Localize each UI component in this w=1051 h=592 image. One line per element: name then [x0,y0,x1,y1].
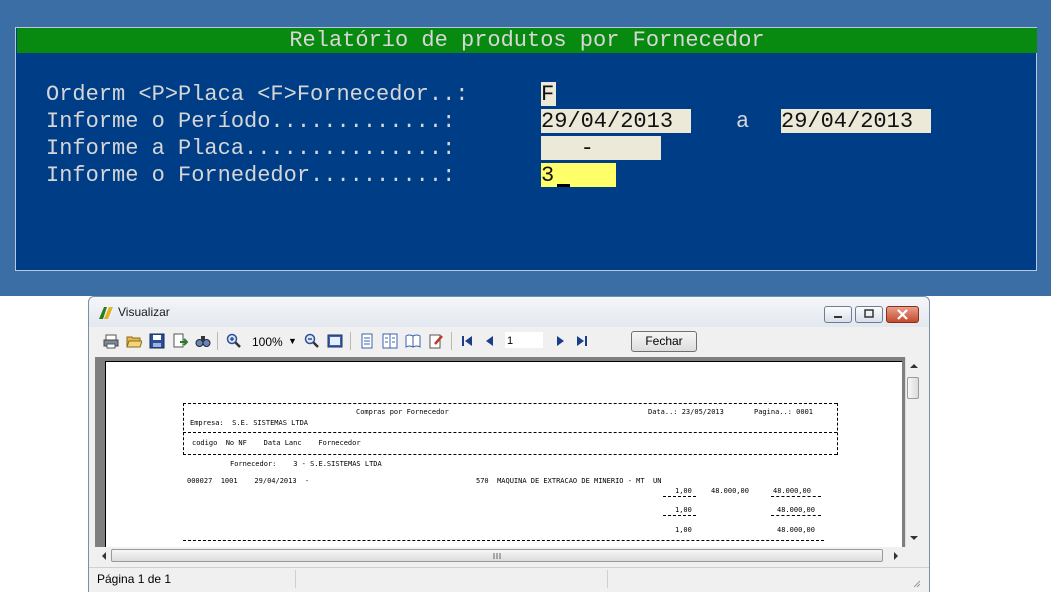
plate-prompt: Informe a Placa...............: [46,136,456,161]
toolbar-separator [350,332,351,350]
terminal-window: Relatório de produtos por Fornecedor Ord… [0,0,1051,296]
scroll-up-icon[interactable] [907,361,921,371]
save-icon[interactable] [149,333,165,349]
text-cursor [557,184,570,187]
page-width-icon[interactable] [327,333,343,349]
close-preview-button[interactable]: Fechar [631,331,697,352]
horizontal-scroll-thumb[interactable] [111,549,883,562]
maximize-button[interactable] [855,306,883,323]
close-button[interactable] [886,306,919,323]
supplier-prompt: Informe o Fornededor..........: [46,163,456,188]
report-company: Empresa: S.E. SISTEMAS LTDA [190,419,309,427]
header-border-bottom [183,454,837,455]
book-icon[interactable] [405,333,421,349]
zoom-level[interactable]: 100% [252,335,283,349]
first-page-icon[interactable] [459,333,475,349]
app-icon [99,307,113,319]
plate-field[interactable]: - [541,136,661,161]
period-prompt: Informe o Período.............: [46,109,456,134]
maximize-icon [864,309,874,318]
report-page: Compras por Fornecedor Data..: 23/05/201… [105,361,902,547]
last-page-icon[interactable] [574,333,590,349]
zoom-in-icon[interactable] [226,333,242,349]
subtotal-quantity: 1,00 [675,506,692,514]
window-title: Visualizar [118,305,170,319]
subtotal-total: 48.000,00 [777,506,815,514]
close-icon [897,309,908,320]
two-pages-icon[interactable] [382,333,398,349]
document-area: Compras por Fornecedor Data..: 23/05/201… [95,357,905,547]
item-quantity: 1,00 [675,487,692,495]
grand-total: 48.000,00 [777,526,815,534]
order-field[interactable]: F [541,82,556,107]
report-columns: codigo No NF Data Lanc Fornecedor [192,439,361,447]
scroll-left-icon[interactable] [99,549,109,563]
qty-subtotal-rule [663,496,696,497]
period-start-field[interactable]: 29/04/2013 [541,109,691,134]
toolbar: 100% ▼ 1 Fechar [89,327,929,355]
scroll-down-icon[interactable] [907,533,921,543]
minimize-button[interactable] [824,306,852,323]
qty-total-rule [663,515,696,516]
print-icon[interactable] [103,333,119,349]
title-bar[interactable]: Visualizar [89,297,929,327]
total-subtotal-rule [771,496,821,497]
status-divider [295,570,296,588]
open-icon[interactable] [126,333,142,349]
report-page-number: Pagina..: 0001 [754,408,814,416]
next-page-icon[interactable] [552,333,568,349]
header-border-top [183,403,837,404]
period-separator: a [736,109,750,134]
toolbar-separator [451,332,452,350]
header-border-right [837,403,838,455]
export-icon[interactable] [172,333,188,349]
edit-icon[interactable] [428,333,444,349]
status-bar: Página 1 de 1 [89,567,929,592]
scroll-right-icon[interactable] [891,549,901,563]
vertical-scroll-thumb[interactable] [907,377,919,399]
period-end-field[interactable]: 29/04/2013 [781,109,931,134]
zoom-out-icon[interactable] [304,333,320,349]
single-page-icon[interactable] [359,333,375,349]
viewer-window: Visualizar 100% ▼ 1 Fechar Compras por F… [88,296,930,592]
item-description: 570 MAQUINA DE EXTRACAO DE MINERIO - MT … [476,477,662,485]
page-status: Página 1 de 1 [97,572,172,586]
supplier-field[interactable]: 3 [541,163,616,188]
supplier-group: Fornecedor: 3 - S.E.SISTEMAS LTDA [230,460,382,468]
minimize-icon [834,316,842,318]
total-total-rule [771,515,821,516]
grip-icon [493,553,501,559]
item-unit-price: 48.000,00 [711,487,749,495]
toolbar-separator [217,332,218,350]
find-icon[interactable] [195,333,211,349]
prev-page-icon[interactable] [482,333,498,349]
status-divider [607,570,608,588]
header-separator [183,432,837,433]
item-total: 48.000,00 [773,487,811,495]
chevron-down-icon[interactable]: ▼ [288,336,297,346]
table-row: 000027 1001 29/04/2013 - [187,477,310,485]
page-number-input[interactable]: 1 [504,331,544,349]
report-form-title: Relatório de produtos por Fornecedor [17,28,1037,53]
report-date: Data..: 23/05/2013 [648,408,724,416]
report-title: Compras por Fornecedor [356,408,449,416]
order-prompt: Orderm <P>Placa <F>Fornecedor..: [46,82,469,107]
resize-grip-icon[interactable] [911,578,921,588]
report-footer-rule [183,540,824,541]
header-border-left [183,403,184,455]
grand-quantity: 1,00 [675,526,692,534]
